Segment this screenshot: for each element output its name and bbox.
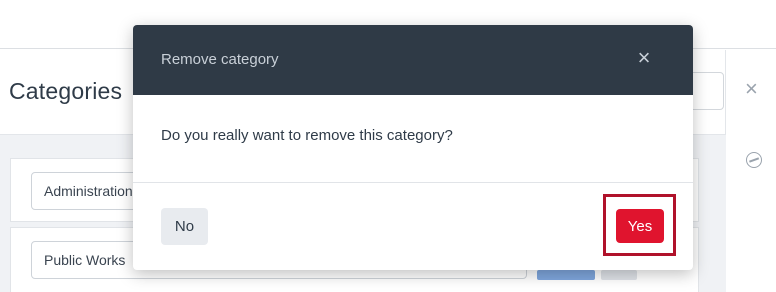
panel-title: Categories <box>9 78 123 104</box>
circle-icon[interactable] <box>746 152 762 168</box>
page: Categories Administration Public Works ×… <box>0 0 776 292</box>
dialog-header: Remove category × <box>133 25 693 95</box>
close-icon[interactable]: × <box>745 78 758 100</box>
no-button[interactable]: No <box>161 208 208 245</box>
remove-category-dialog: Remove category × Do you really want to … <box>133 25 693 270</box>
dialog-title: Remove category <box>161 51 279 68</box>
save-category-button[interactable] <box>537 270 595 280</box>
yes-button[interactable]: Yes <box>616 209 664 243</box>
dialog-body: Do you really want to remove this catego… <box>133 95 693 183</box>
remove-category-button[interactable] <box>601 270 637 280</box>
close-icon[interactable]: × <box>633 47 655 69</box>
dialog-message: Do you really want to remove this catego… <box>161 127 453 144</box>
